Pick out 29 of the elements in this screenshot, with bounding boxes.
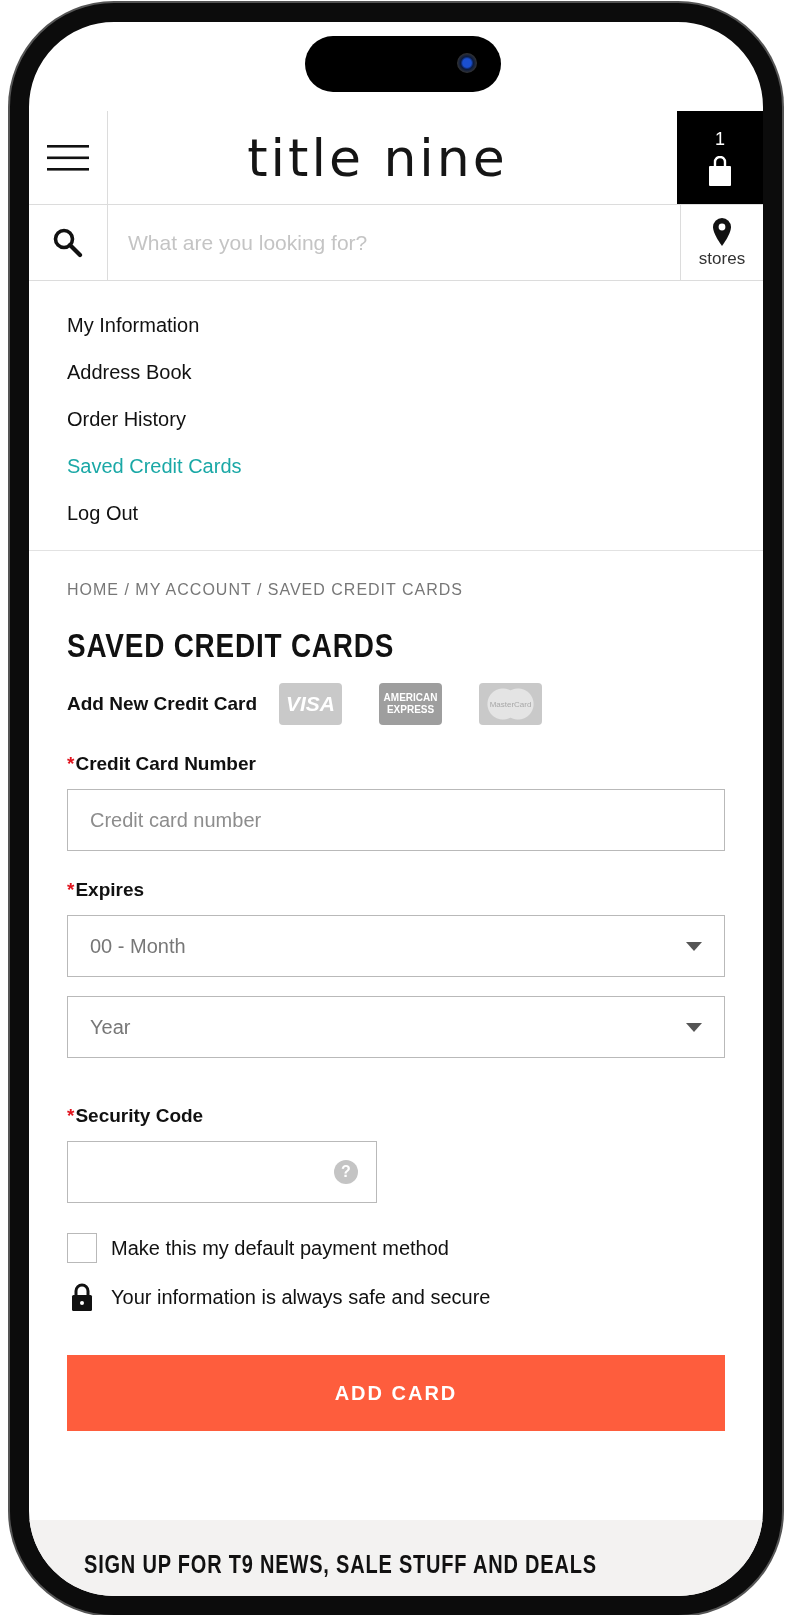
cart-count: 1 [715, 129, 725, 150]
account-menu-link[interactable]: Address Book [67, 361, 192, 384]
field-label: *Expires [67, 879, 146, 901]
newsletter-heading: SIGN UP FOR T9 NEWS, SALE STUFF AND DEALS [84, 1550, 597, 1579]
dropdown[interactable]: 00 - Month [67, 915, 725, 977]
shopping-bag-icon [708, 156, 732, 186]
dropdown[interactable]: Year [67, 996, 725, 1058]
logo[interactable]: title nine [247, 127, 508, 188]
caret-icon [686, 1022, 702, 1032]
field-label: *Security Code [67, 1105, 205, 1127]
checkbox-label: Make this my default payment method [111, 1236, 449, 1260]
breadcrumb[interactable]: HOME / MY ACCOUNT / SAVED CREDIT CARDS [67, 581, 463, 599]
security-note: Your information is always safe and secure [111, 1285, 491, 1309]
cart-button[interactable]: 1 [677, 111, 763, 204]
menu-icon[interactable] [47, 143, 89, 172]
account-menu-link[interactable]: My Information [67, 314, 200, 337]
stores-button[interactable]: stores [680, 205, 763, 280]
card-logo: AMERICAN EXPRESS [379, 683, 443, 725]
account-menu-link[interactable]: Log Out [67, 502, 139, 525]
caret-icon [686, 941, 702, 951]
section-label: Add New Credit Card [67, 693, 258, 715]
search-icon[interactable] [53, 227, 83, 258]
text-field[interactable]: Credit card number [67, 789, 725, 851]
field-label: *Credit Card Number [67, 753, 257, 775]
padlock-icon [71, 1283, 93, 1311]
map-pin-icon [712, 216, 732, 247]
checkbox[interactable] [67, 1233, 97, 1263]
page-title: SAVED CREDIT CARDS [67, 625, 395, 665]
account-menu-link[interactable]: Order History [67, 408, 186, 431]
